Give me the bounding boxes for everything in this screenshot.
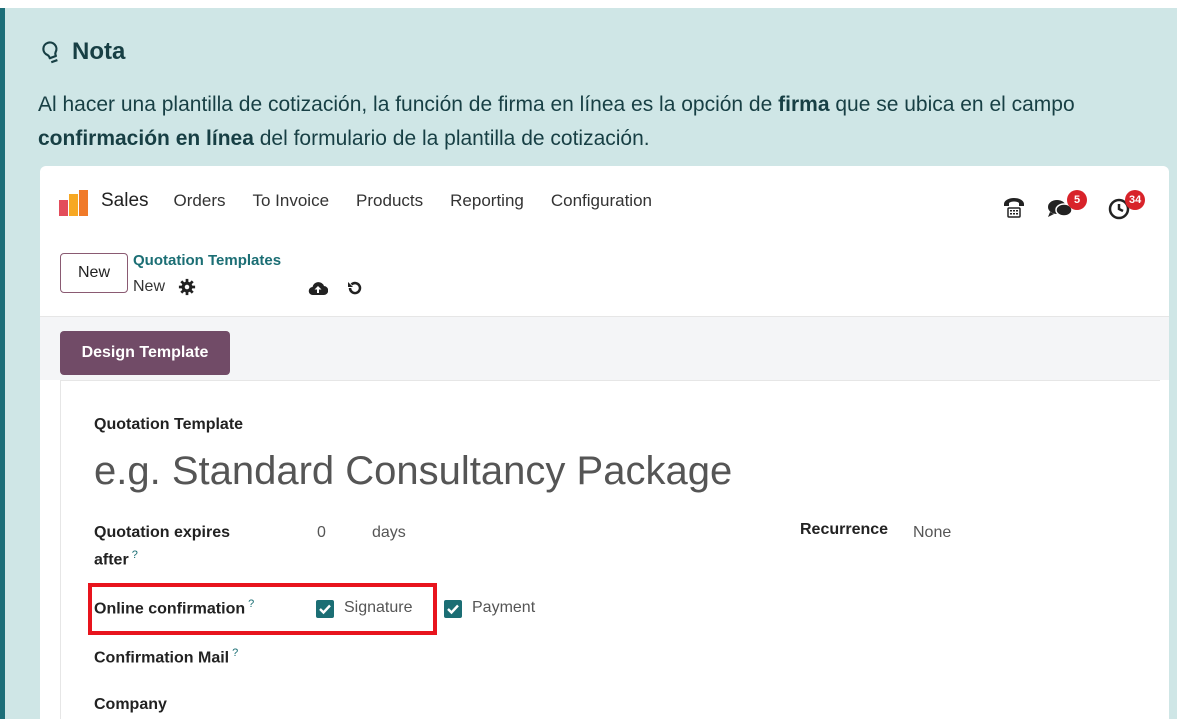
tooltip-mark[interactable]: ?	[232, 647, 238, 659]
note-body: Al hacer una plantilla de cotización, la…	[38, 93, 1075, 150]
note-callout: Nota Al hacer una plantilla de cotizació…	[0, 8, 1177, 719]
expires-label: Quotation expires after?	[94, 524, 231, 569]
tooltip-mark[interactable]: ?	[132, 549, 138, 561]
nav-products[interactable]: Products	[356, 191, 423, 211]
recurrence-value[interactable]: None	[913, 524, 951, 542]
highlight-box	[88, 583, 437, 635]
nav-to-invoice[interactable]: To Invoice	[253, 191, 330, 211]
nav-configuration[interactable]: Configuration	[551, 191, 652, 211]
messages-badge: 5	[1067, 190, 1087, 210]
recurrence-label: Recurrence	[800, 521, 889, 538]
company-label: Company	[94, 696, 167, 713]
expires-unit: days	[372, 524, 406, 541]
expires-value-input[interactable]: 0	[317, 524, 326, 542]
note-title: Nota	[72, 38, 126, 65]
phone-icon[interactable]	[1002, 196, 1026, 218]
template-name-input[interactable]: e.g. Standard Consultancy Package	[94, 449, 732, 494]
payment-label[interactable]: Payment	[472, 599, 535, 617]
gear-icon[interactable]	[178, 278, 196, 296]
nav-orders[interactable]: Orders	[174, 191, 226, 211]
undo-icon[interactable]	[346, 279, 364, 297]
payment-checkbox[interactable]	[444, 600, 462, 618]
nav-reporting[interactable]: Reporting	[450, 191, 524, 211]
checkbox-check-icon	[447, 604, 459, 615]
design-template-button[interactable]: Design Template	[60, 331, 230, 375]
breadcrumb-quotation-templates[interactable]: Quotation Templates	[133, 252, 281, 269]
breadcrumb-current: New	[133, 278, 166, 295]
main-menu: Sales Orders To Invoice Products Reporti…	[101, 190, 679, 212]
odoo-screenshot: Sales Orders To Invoice Products Reporti…	[40, 166, 1169, 719]
sales-logo-icon[interactable]	[59, 190, 89, 216]
cloud-upload-icon[interactable]	[308, 279, 328, 297]
quotation-template-label: Quotation Template	[94, 416, 244, 433]
top-navbar: Sales Orders To Invoice Products Reporti…	[40, 166, 1169, 234]
confirmation-mail-label: Confirmation Mail?	[94, 647, 239, 667]
nav-app-sales[interactable]: Sales	[101, 190, 149, 212]
lightbulb-icon	[42, 41, 58, 64]
new-button[interactable]: New	[60, 253, 128, 293]
activities-badge: 34	[1125, 190, 1146, 210]
note-header: Nota	[38, 38, 125, 66]
